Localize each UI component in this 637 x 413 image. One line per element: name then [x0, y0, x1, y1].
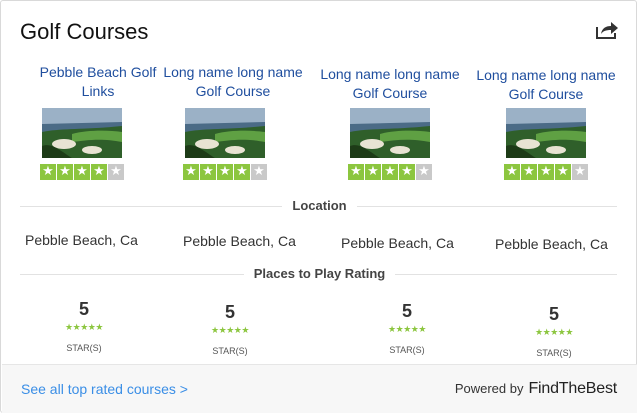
play-rating: 5 ★★★★★ STAR(S) [190, 302, 270, 356]
play-rating-stars: ★★★★★ [44, 323, 124, 333]
course-thumbnail[interactable] [506, 108, 586, 158]
play-rating-heading: Places to Play Rating [1, 266, 637, 281]
powered-by: Powered by FindTheBest [455, 380, 617, 398]
course-rating: ★ ★ ★ ★ ★ [7, 164, 157, 181]
star-icon: ★ [95, 323, 103, 333]
widget-footer: See all top rated courses > Powered by F… [2, 364, 637, 413]
course-location: Pebble Beach, Ca [183, 233, 296, 249]
star-filled-icon: ★ [217, 164, 233, 180]
play-rating-unit: STAR(S) [536, 348, 572, 358]
play-rating-unit: STAR(S) [212, 346, 248, 356]
widget-title: Golf Courses [20, 19, 149, 44]
play-rating-value: 5 [401, 301, 412, 321]
star-filled-icon: ★ [183, 164, 199, 180]
star-filled-icon: ★ [200, 164, 216, 180]
course-location: Pebble Beach, Ca [341, 235, 454, 251]
powered-by-label: Powered by [454, 381, 524, 396]
play-rating-value: 5 [78, 299, 89, 319]
course-thumbnail[interactable] [42, 108, 122, 158]
play-rating: 5 ★★★★★ STAR(S) [367, 301, 447, 355]
star-filled-icon: ★ [382, 164, 398, 180]
star-filled-icon: ★ [521, 164, 537, 180]
brand-logo[interactable]: FindTheBest [528, 380, 617, 398]
star-filled-icon: ★ [234, 164, 250, 180]
course-location: Pebble Beach, Ca [25, 232, 138, 248]
star-icon: ★ [241, 326, 249, 336]
star-filled-icon: ★ [74, 164, 90, 180]
course-thumbnail[interactable] [350, 108, 430, 158]
play-rating: 5 ★★★★★ STAR(S) [44, 299, 124, 353]
course-media: ★ ★ ★ ★ ★ [315, 108, 465, 181]
play-rating-value: 5 [224, 302, 235, 322]
play-rating-stars: ★★★★★ [367, 325, 447, 335]
star-filled-icon: ★ [399, 164, 415, 180]
star-icon: ★ [65, 323, 73, 333]
play-rating-stars: ★★★★★ [190, 326, 270, 336]
star-icon: ★ [80, 323, 88, 333]
course-rating: ★ ★ ★ ★ ★ [150, 164, 300, 181]
star-empty-icon: ★ [572, 164, 588, 180]
play-rating-value: 5 [548, 304, 559, 324]
star-icon: ★ [226, 326, 234, 336]
course-column: Long name long name Golf Course [315, 65, 465, 103]
course-location: Pebble Beach, Ca [495, 236, 608, 252]
star-icon: ★ [403, 325, 411, 335]
course-name-link[interactable]: Long name long name Golf Course [471, 66, 621, 104]
star-filled-icon: ★ [91, 164, 107, 180]
star-filled-icon: ★ [365, 164, 381, 180]
course-name-link[interactable]: Long name long name Golf Course [315, 65, 465, 103]
play-rating-heading-text: Places to Play Rating [243, 266, 396, 281]
location-heading-text: Location [282, 198, 357, 213]
course-rating: ★ ★ ★ ★ ★ [471, 164, 621, 181]
play-rating-unit: STAR(S) [389, 345, 425, 355]
star-empty-icon: ★ [416, 164, 432, 180]
course-rating: ★ ★ ★ ★ ★ [315, 164, 465, 181]
see-all-courses-link[interactable]: See all top rated courses > [21, 381, 188, 397]
star-icon: ★ [535, 328, 543, 338]
star-icon: ★ [418, 325, 426, 335]
course-column: Long name long name Golf Course [471, 66, 621, 104]
star-icon: ★ [550, 328, 558, 338]
course-media: ★ ★ ★ ★ ★ [471, 108, 621, 181]
course-name-link[interactable]: Long name long name Golf Course [158, 63, 308, 101]
star-icon: ★ [388, 325, 396, 335]
play-rating: 5 ★★★★★ STAR(S) [514, 304, 594, 358]
star-filled-icon: ★ [57, 164, 73, 180]
course-name-link[interactable]: Pebble Beach Golf Links [23, 63, 173, 101]
share-icon[interactable] [595, 20, 619, 40]
course-column: Pebble Beach Golf Links [23, 63, 173, 101]
star-filled-icon: ★ [555, 164, 571, 180]
course-media: ★ ★ ★ ★ ★ [7, 108, 157, 181]
star-filled-icon: ★ [538, 164, 554, 180]
star-filled-icon: ★ [348, 164, 364, 180]
golf-courses-widget: Golf Courses Pebble Beach Golf Links Lon… [0, 0, 637, 413]
play-rating-stars: ★★★★★ [514, 328, 594, 338]
play-rating-unit: STAR(S) [66, 343, 102, 353]
course-media: ★ ★ ★ ★ ★ [150, 108, 300, 181]
star-empty-icon: ★ [108, 164, 124, 180]
course-column: Long name long name Golf Course [158, 63, 308, 101]
course-thumbnail[interactable] [185, 108, 265, 158]
star-filled-icon: ★ [504, 164, 520, 180]
location-heading: Location [1, 198, 637, 213]
star-empty-icon: ★ [251, 164, 267, 180]
star-icon: ★ [565, 328, 573, 338]
star-icon: ★ [211, 326, 219, 336]
star-filled-icon: ★ [40, 164, 56, 180]
